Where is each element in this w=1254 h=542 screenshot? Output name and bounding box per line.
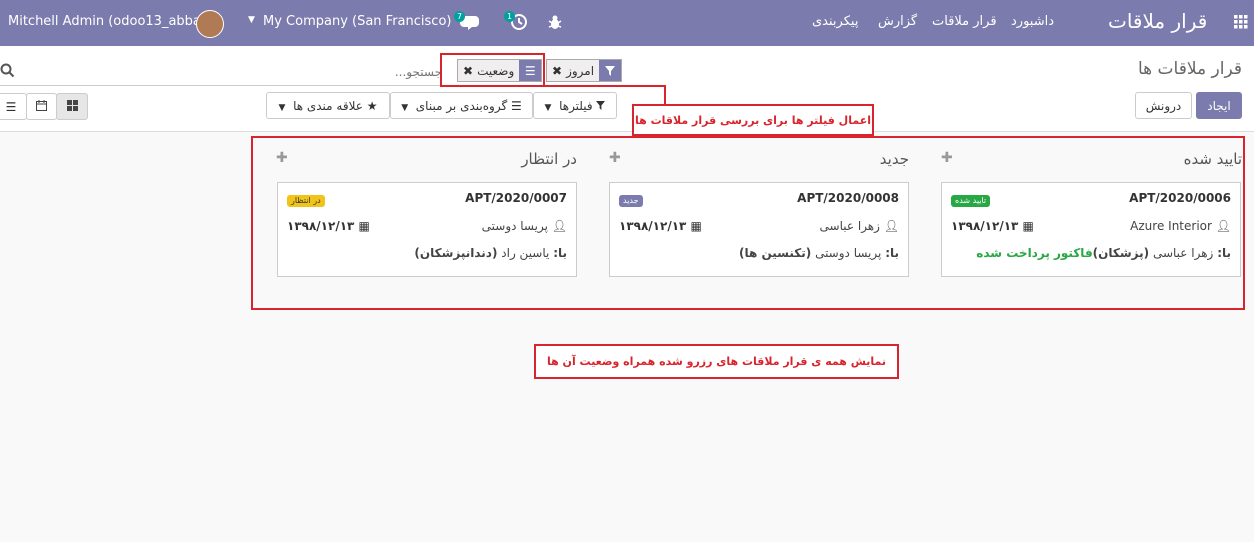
favorites-dropdown[interactable]: ▼ علاقه مندی ها ★ xyxy=(266,92,390,119)
calendar-icon xyxy=(36,100,47,114)
groupby-label: گروه‌بندی بر مبنای xyxy=(415,99,508,113)
search-input[interactable] xyxy=(160,61,444,83)
caret-icon: ▼ xyxy=(401,103,409,113)
breadcrumb: قرار ملاقات ها xyxy=(1138,59,1242,79)
star-icon: ★ xyxy=(366,99,378,113)
kanban-highlight xyxy=(251,136,1245,310)
avatar[interactable] xyxy=(196,10,224,38)
filter-icon xyxy=(599,60,622,81)
kanban-view-button[interactable] xyxy=(56,93,88,120)
caret-icon: ▼ xyxy=(278,103,286,113)
app-title: قرار ملاقات xyxy=(1108,9,1208,33)
chevron-down-icon[interactable]: ▼ xyxy=(248,15,255,25)
search-icon[interactable] xyxy=(0,63,15,82)
groupby-dropdown[interactable]: ▼ گروه‌بندی بر مبنای ☰ xyxy=(390,92,533,119)
bug-icon[interactable] xyxy=(547,13,563,35)
apps-grid-icon[interactable] xyxy=(1234,15,1248,33)
favorites-label: علاقه مندی ها xyxy=(293,99,363,113)
activities-badge: 1 xyxy=(504,11,515,22)
kanban-icon xyxy=(66,100,78,114)
create-button[interactable]: ایجاد xyxy=(1196,92,1242,119)
facet-filter[interactable]: ✖ امروز xyxy=(546,59,623,82)
kanban-annotation: نمایش همه ی قرار ملاقات های رزرو شده همر… xyxy=(534,344,899,379)
menu-dashboard[interactable]: داشبورد xyxy=(1011,14,1054,29)
group-by-icon: ☰ xyxy=(511,99,522,113)
groupby-facet-highlight xyxy=(440,53,545,87)
facet-filter-label: امروز xyxy=(566,63,595,78)
company-switcher[interactable]: My Company (San Francisco) xyxy=(263,14,451,29)
top-navbar: Mitchell Admin (odoo13_abbasi) ▼ My Comp… xyxy=(0,0,1254,46)
menu-configuration[interactable]: پیکربندی xyxy=(812,14,858,29)
remove-facet-icon[interactable]: ✖ xyxy=(552,64,562,78)
menu-report[interactable]: گزارش xyxy=(878,14,917,29)
import-button[interactable]: درونش xyxy=(1135,92,1192,119)
filter-annotation: اعمال فیلتر ها برای بررسی قرار ملاقات ها xyxy=(632,104,874,136)
user-menu[interactable]: Mitchell Admin (odoo13_abbasi) xyxy=(8,14,216,29)
list-icon: ☰ xyxy=(5,100,17,114)
list-view-button[interactable]: ☰ xyxy=(0,93,27,120)
menu-appointments[interactable]: قرار ملاقات xyxy=(932,14,997,29)
calendar-view-button[interactable] xyxy=(26,93,57,120)
messages-badge: 7 xyxy=(454,11,465,22)
